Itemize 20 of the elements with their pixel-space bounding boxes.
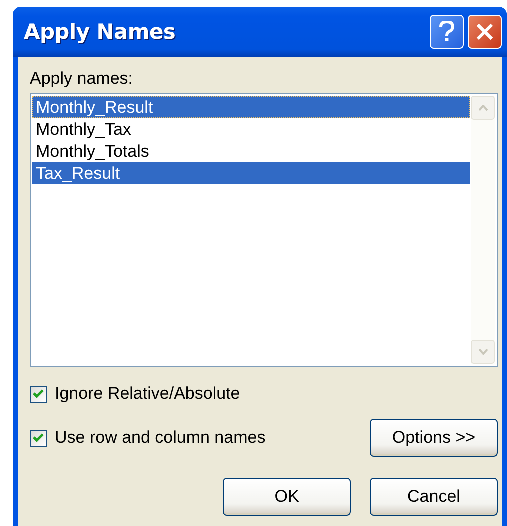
window-title: Apply Names bbox=[24, 20, 177, 44]
ok-button[interactable]: OK bbox=[223, 478, 351, 516]
list-item[interactable]: Monthly_Result bbox=[32, 96, 470, 118]
options-button[interactable]: Options >> bbox=[370, 419, 498, 457]
checkbox-label: Ignore Relative/Absolute bbox=[55, 384, 240, 404]
check-mark-icon bbox=[33, 389, 44, 399]
check-mark-icon bbox=[33, 433, 44, 443]
close-button[interactable] bbox=[468, 15, 502, 49]
list-item[interactable]: Monthly_Totals bbox=[32, 140, 470, 162]
list-item[interactable]: Tax_Result bbox=[32, 162, 470, 184]
list-item[interactable]: Monthly_Tax bbox=[32, 118, 470, 140]
help-icon bbox=[439, 21, 455, 43]
list-label: Apply names: bbox=[30, 69, 133, 89]
cancel-button[interactable]: Cancel bbox=[370, 478, 498, 516]
checkbox[interactable] bbox=[30, 430, 47, 446]
checkbox[interactable] bbox=[30, 386, 47, 402]
checkbox-label: Use row and column names bbox=[55, 428, 266, 448]
help-button[interactable] bbox=[430, 15, 464, 49]
close-icon bbox=[476, 23, 494, 41]
names-listbox[interactable]: Monthly_Result Monthly_Tax Monthly_Totals Tax_Result bbox=[30, 93, 498, 367]
